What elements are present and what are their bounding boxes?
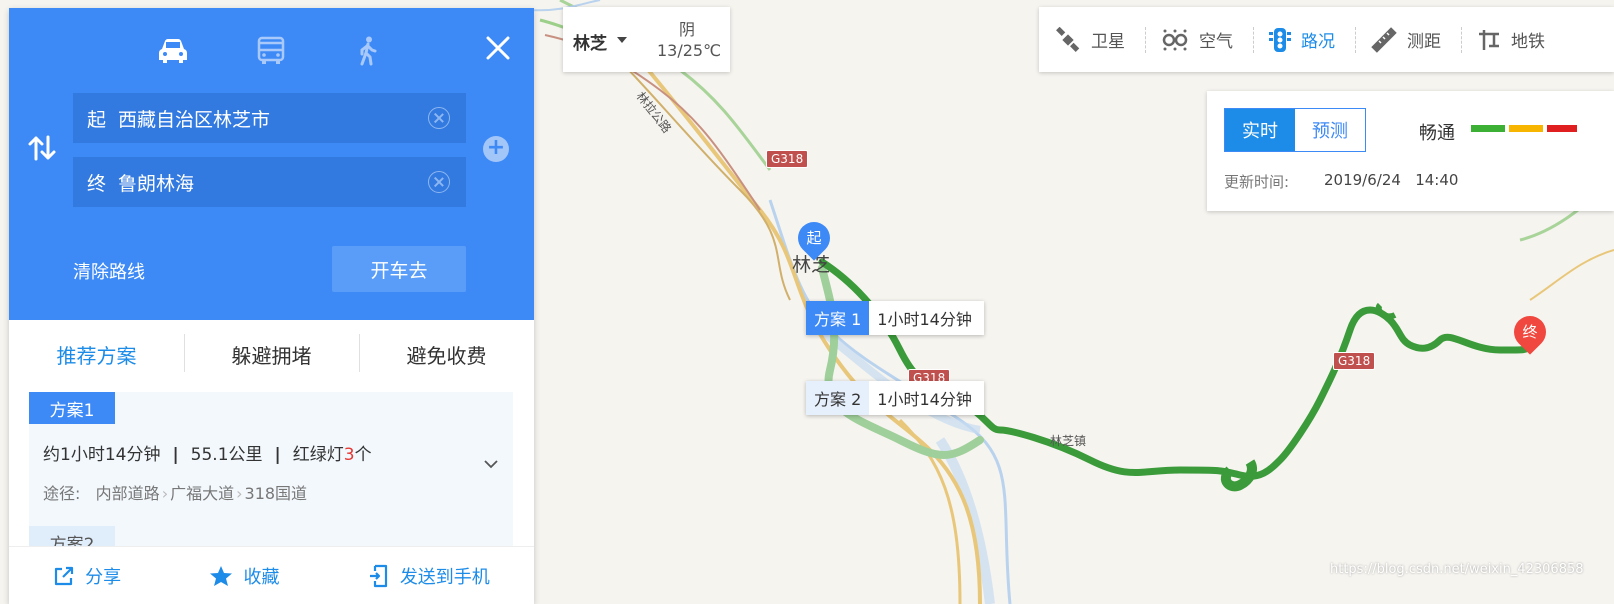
traffic-button[interactable]: 路况 <box>1253 25 1355 55</box>
subway-button[interactable]: 地铁 <box>1461 25 1565 55</box>
route-panel: 起 西藏自治区林芝市 终 鲁朗林海 + 清除路线 开车去 推荐方案 躲避拥堵 避… <box>9 8 534 604</box>
chevron-right-icon: › <box>161 484 169 503</box>
path-segment: 318国道 <box>244 484 308 503</box>
legend-bar-slow <box>1509 125 1543 132</box>
plan-lights-label: 红绿灯 <box>292 445 344 465</box>
close-icon[interactable] <box>483 33 513 63</box>
realtime-button[interactable]: 实时 <box>1225 109 1295 151</box>
update-time-label: 更新时间: <box>1224 173 1290 191</box>
start-value: 西藏自治区林芝市 <box>118 108 271 131</box>
weather-temperature: 13/25℃ <box>657 41 722 60</box>
end-value: 鲁朗林海 <box>118 172 195 195</box>
route-panel-header: 起 西藏自治区林芝市 终 鲁朗林海 + 清除路线 开车去 <box>9 8 534 320</box>
clear-route-link[interactable]: 清除路线 <box>73 258 145 284</box>
end-pin[interactable]: 终 <box>1507 309 1553 355</box>
route-panel-footer: 分享 收藏 发送到手机 <box>9 546 534 604</box>
path-segment: 广福大道 <box>170 484 235 503</box>
map-plan-tag-1[interactable]: 方案 1 1小时14分钟 <box>806 301 984 335</box>
end-prefix: 终 <box>87 172 107 195</box>
caret-down-icon[interactable] <box>617 37 627 43</box>
start-pin[interactable]: 起 <box>791 215 837 261</box>
traffic-light-icon <box>1269 27 1291 52</box>
weather-widget[interactable]: 林芝 阴 13/25℃ <box>563 7 730 72</box>
share-button[interactable]: 分享 <box>53 563 121 589</box>
star-icon <box>210 565 233 586</box>
plan-badge: 方案2 <box>29 526 115 546</box>
bus-icon[interactable] <box>254 36 288 66</box>
plan-card-2[interactable]: 方案2 <box>29 526 513 546</box>
watermark: https://blog.csdn.net/weixin_42306858 <box>1330 562 1584 577</box>
plan-badge: 方案1 <box>29 392 115 424</box>
plan-distance: 55.1公里 <box>190 445 263 465</box>
traffic-legend-label: 畅通 <box>1419 123 1455 144</box>
subway-icon <box>1479 29 1499 50</box>
plan-path: 途径: 内部道路 › 广福大道 › 318国道 <box>43 480 307 504</box>
start-pin-label: 起 <box>806 229 822 247</box>
car-icon[interactable] <box>156 36 190 66</box>
route-option-tabs: 推荐方案 躲避拥堵 避免收费 <box>9 328 534 380</box>
add-waypoint-button[interactable]: + <box>483 136 509 162</box>
traffic-label: 路况 <box>1301 32 1335 52</box>
tab-recommended[interactable]: 推荐方案 <box>9 340 184 369</box>
path-segment: 内部道路 <box>95 484 160 503</box>
send-to-phone-label: 发送到手机 <box>399 566 490 588</box>
walk-icon[interactable] <box>351 36 385 66</box>
tab-avoid-congestion[interactable]: 躲避拥堵 <box>184 333 359 372</box>
end-input[interactable]: 终 鲁朗林海 <box>73 157 466 207</box>
map-plan-tag-name: 方案 1 <box>806 301 870 335</box>
favorite-label: 收藏 <box>243 566 280 588</box>
legend-bar-jam <box>1547 125 1577 132</box>
share-icon <box>55 566 74 585</box>
road-badge-g318: G318 <box>1333 352 1376 370</box>
map-plan-tag-2[interactable]: 方案 2 1小时14分钟 <box>806 381 984 415</box>
start-input[interactable]: 起 西藏自治区林芝市 <box>73 93 466 143</box>
satellite-icon <box>1056 26 1080 52</box>
ruler-icon <box>1371 26 1397 53</box>
path-label: 途径: <box>43 484 81 503</box>
plan-duration: 约1小时14分钟 <box>43 445 161 465</box>
tab-avoid-tolls[interactable]: 避免收费 <box>359 333 534 372</box>
favorite-button[interactable]: 收藏 <box>209 563 279 589</box>
forecast-button[interactable]: 预测 <box>1295 109 1365 151</box>
start-driving-button[interactable]: 开车去 <box>332 246 466 292</box>
map-toolbar: 卫星 空气 路况 测距 地铁 <box>1039 7 1614 72</box>
clear-start-icon[interactable] <box>428 107 450 129</box>
air-label: 空气 <box>1199 32 1233 52</box>
start-prefix: 起 <box>87 108 107 131</box>
map-plan-tag-time: 1小时14分钟 <box>877 390 972 409</box>
map-label-linzhi-zhen: 林芝镇 <box>1050 434 1087 448</box>
air-icon <box>1162 29 1188 50</box>
chevron-right-icon: › <box>236 484 243 503</box>
end-pin-label: 终 <box>1522 323 1538 341</box>
plan-summary: 约1小时14分钟 | 55.1公里 | 红绿灯3个 <box>43 445 372 465</box>
send-to-phone-icon <box>369 564 387 587</box>
share-label: 分享 <box>85 566 122 588</box>
plan-card-1[interactable]: 方案1 约1小时14分钟 | 55.1公里 | 红绿灯3个 途径: 内部道路 › 广福大道 ›… <box>29 392 513 526</box>
road-badge-g318: G318 <box>766 150 809 168</box>
city-name[interactable]: 林芝 <box>573 29 607 54</box>
measure-button[interactable]: 测距 <box>1355 25 1461 55</box>
chevron-down-icon[interactable] <box>483 458 499 470</box>
plan-lights-unit: 个 <box>354 445 372 465</box>
send-to-phone-button[interactable]: 发送到手机 <box>368 563 490 589</box>
traffic-panel: 实时 预测 畅通 更新时间: 2019/6/24 14:40 <box>1207 91 1614 211</box>
satellite-label: 卫星 <box>1091 32 1125 52</box>
satellite-button[interactable]: 卫星 <box>1055 25 1145 55</box>
weather-condition: 阴 <box>679 20 696 39</box>
traffic-mode-toggle: 实时 预测 <box>1224 108 1366 152</box>
plan-lights-count: 3 <box>343 445 355 465</box>
swap-icon[interactable] <box>27 133 57 163</box>
air-button[interactable]: 空气 <box>1145 25 1253 55</box>
measure-label: 测距 <box>1407 32 1441 52</box>
map-plan-tag-time: 1小时14分钟 <box>877 310 972 329</box>
subway-label: 地铁 <box>1511 32 1545 52</box>
map-plan-tag-name: 方案 2 <box>806 381 870 415</box>
legend-bar-smooth <box>1471 125 1505 132</box>
update-time-value: 2019/6/24 14:40 <box>1324 171 1459 189</box>
clear-end-icon[interactable] <box>428 171 450 193</box>
